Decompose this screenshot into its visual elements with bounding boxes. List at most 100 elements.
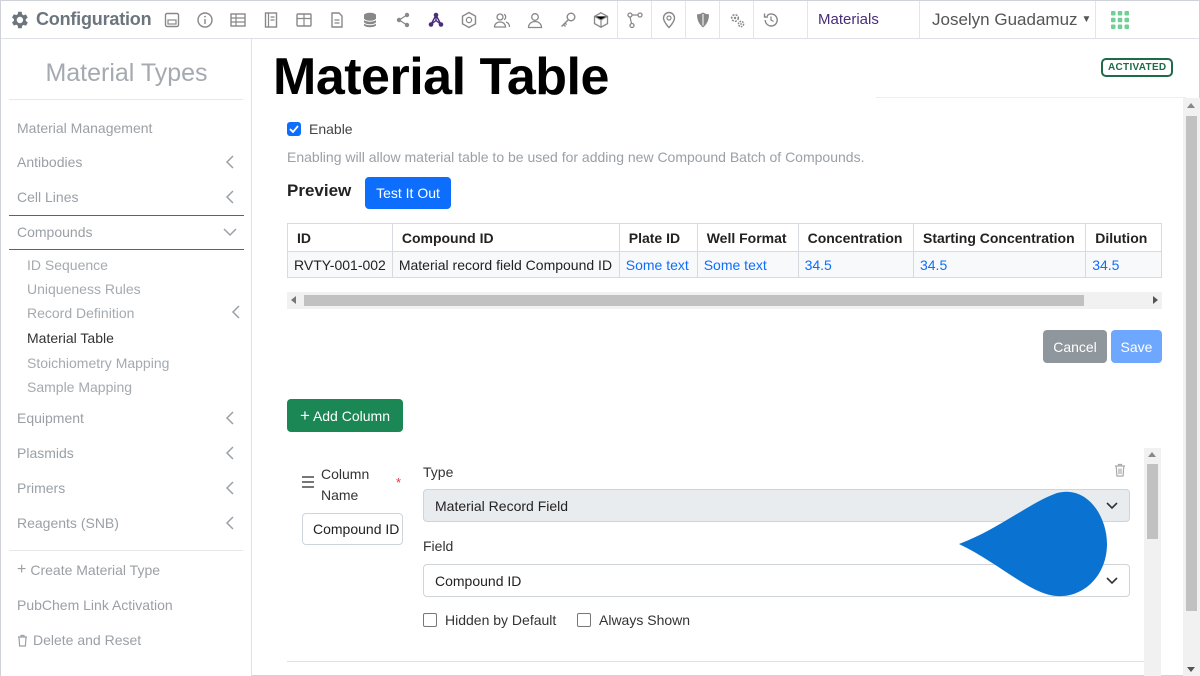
column-header[interactable]: Well Format <box>696 223 799 252</box>
brand[interactable]: Configuration <box>1 1 155 39</box>
grid-table-icon[interactable] <box>287 1 320 39</box>
type-label: Type <box>423 464 454 480</box>
users-icon[interactable] <box>485 1 518 39</box>
column-header[interactable]: Dilution <box>1085 223 1162 252</box>
drag-handle-icon[interactable] <box>302 476 314 491</box>
toolbar-icons <box>155 0 787 39</box>
molecule-icon[interactable] <box>419 1 452 39</box>
enable-checkbox-row[interactable]: Enable <box>287 121 353 137</box>
history-icon[interactable] <box>754 1 787 39</box>
field-select-value: Compound ID <box>435 572 522 589</box>
sidebar-subitem-uniqueness-rules[interactable]: Uniqueness Rules <box>27 281 141 297</box>
scroll-right-icon[interactable] <box>1153 296 1158 304</box>
chevron-left-icon <box>225 155 234 169</box>
sidebar-subitem-material-table[interactable]: Material Table <box>27 330 114 346</box>
column-header[interactable]: Concentration <box>797 223 914 252</box>
page-vertical-scrollbar[interactable] <box>1183 98 1200 676</box>
cube-icon[interactable] <box>584 1 617 39</box>
apps-grid-icon[interactable] <box>1095 0 1143 39</box>
table-cell-link[interactable]: 34.5 <box>1085 251 1162 278</box>
user-icon[interactable] <box>518 1 551 39</box>
shield-icon[interactable] <box>686 1 719 39</box>
hidden-by-default-option[interactable]: Hidden by Default <box>423 612 556 628</box>
scrollbar-thumb[interactable] <box>1186 116 1197 611</box>
enable-checkbox[interactable] <box>287 122 301 136</box>
table-horizontal-scrollbar[interactable] <box>287 292 1162 309</box>
field-label: Field <box>423 538 454 554</box>
sidebar-item-reagents[interactable]: Reagents (SNB) <box>17 515 241 531</box>
column-header[interactable]: Plate ID <box>618 223 698 252</box>
test-it-out-button[interactable]: Test It Out <box>365 177 451 209</box>
sidebar-item-equipment[interactable]: Equipment <box>17 410 241 426</box>
top-navbar: Configuration Materials Joselyn Guadamuz… <box>1 0 1199 39</box>
save-button[interactable]: Save <box>1111 330 1162 363</box>
sidebar-subitem-record-definition[interactable]: Record Definition <box>27 305 241 321</box>
sidebar-item-label: Equipment <box>17 410 84 426</box>
sidebar-item-material-management[interactable]: Material Management <box>17 120 241 136</box>
sidebar-subitem-sample-mapping[interactable]: Sample Mapping <box>27 379 132 395</box>
sidebar-item-label: PubChem Link Activation <box>17 597 173 613</box>
trash-icon <box>18 634 27 647</box>
sidebar-item-plasmids[interactable]: Plasmids <box>17 445 241 461</box>
preview-table: ID Compound ID Plate ID Well Format Conc… <box>287 223 1162 278</box>
sidebar-item-label: Plasmids <box>17 445 74 461</box>
sidebar-item-label: Delete and Reset <box>33 632 142 648</box>
table-icon[interactable] <box>221 1 254 39</box>
table-cell-link[interactable]: Some text <box>618 251 698 278</box>
divider <box>9 249 244 250</box>
chevron-down-icon <box>1106 501 1118 509</box>
divider <box>876 97 1186 98</box>
scroll-down-icon[interactable] <box>1187 667 1195 672</box>
sidebar-subitem-stoichiometry-mapping[interactable]: Stoichiometry Mapping <box>27 355 169 371</box>
chevron-left-icon <box>225 481 234 495</box>
cancel-button[interactable]: Cancel <box>1043 330 1107 363</box>
sidebar-item-label: Record Definition <box>27 305 135 321</box>
table-cell-link[interactable]: 34.5 <box>912 251 1087 278</box>
pubchem-link-activation[interactable]: PubChem Link Activation <box>17 597 241 613</box>
divider <box>287 661 1144 662</box>
sidebar-item-label: Primers <box>17 480 66 496</box>
add-column-button[interactable]: + Add Column <box>287 399 403 432</box>
info-icon[interactable] <box>188 1 221 39</box>
table-cell-link[interactable]: Some text <box>696 251 799 278</box>
scroll-up-icon[interactable] <box>1187 103 1195 108</box>
sidebar-item-antibodies[interactable]: Antibodies <box>17 154 241 170</box>
scrollbar-thumb[interactable] <box>1147 464 1158 539</box>
context-label[interactable]: Materials <box>807 0 920 39</box>
always-shown-option[interactable]: Always Shown <box>577 612 690 628</box>
delete-and-reset-link[interactable]: Delete and Reset <box>17 632 241 648</box>
trash-icon[interactable] <box>1114 463 1126 477</box>
scrollbar-thumb[interactable] <box>304 295 1084 306</box>
table-cell-link[interactable]: 34.5 <box>797 251 914 278</box>
columns-vertical-scrollbar[interactable] <box>1144 448 1161 676</box>
scroll-up-icon[interactable] <box>1148 452 1156 457</box>
badge-icon[interactable] <box>452 1 485 39</box>
notebook-icon[interactable] <box>254 1 287 39</box>
sidebar-item-primers[interactable]: Primers <box>17 480 241 496</box>
settings-gears-icon[interactable] <box>720 1 753 39</box>
column-header[interactable]: ID <box>287 223 393 252</box>
workflow-icon[interactable] <box>618 1 651 39</box>
sidebar-title: Material Types <box>45 59 208 87</box>
sidebar-item-cell-lines[interactable]: Cell Lines <box>17 189 241 205</box>
create-material-type-link[interactable]: + Create Material Type <box>17 561 241 579</box>
dashboard-icon[interactable] <box>155 1 188 39</box>
table-cell: Material record field Compound ID <box>391 251 620 278</box>
database-icon[interactable] <box>353 1 386 39</box>
column-header[interactable]: Compound ID <box>391 223 620 252</box>
user-menu[interactable]: Joselyn Guadamuz ▼ <box>920 1 1095 39</box>
share-icon[interactable] <box>386 1 419 39</box>
key-icon[interactable] <box>551 1 584 39</box>
hidden-by-default-checkbox[interactable] <box>423 613 437 627</box>
column-name-input[interactable]: Compound ID <box>302 513 403 545</box>
scroll-left-icon[interactable] <box>291 296 296 304</box>
sidebar-subitem-id-sequence[interactable]: ID Sequence <box>27 257 108 273</box>
column-header[interactable]: Starting Concentration <box>912 223 1087 252</box>
location-pin-icon[interactable] <box>652 1 685 39</box>
sidebar-item-compounds[interactable]: Compounds <box>17 224 241 240</box>
always-shown-checkbox[interactable] <box>577 613 591 627</box>
divider <box>9 215 244 216</box>
document-icon[interactable] <box>320 1 353 39</box>
chevron-left-icon <box>225 190 234 204</box>
